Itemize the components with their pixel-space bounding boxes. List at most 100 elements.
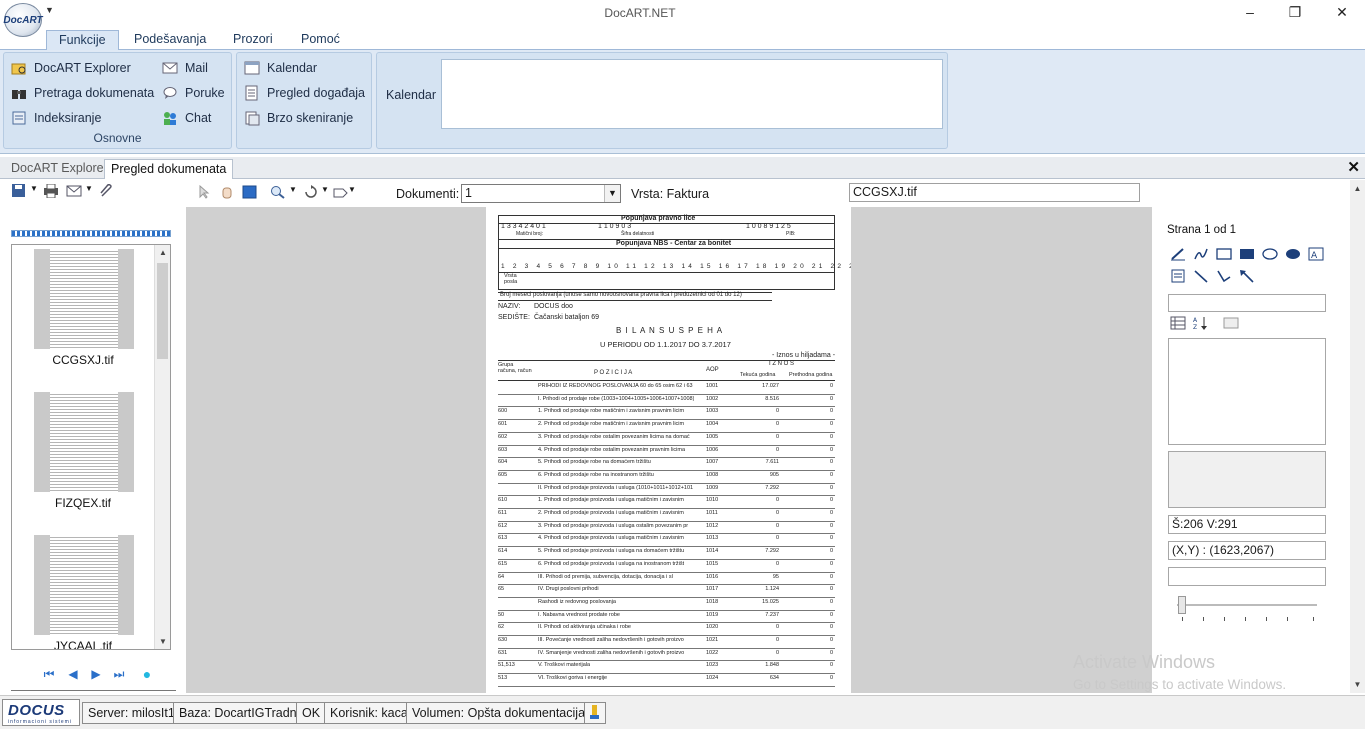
app-logo[interactable]: DocART [3,3,43,37]
brzo-skeniranje-button[interactable]: Brzo skeniranje [244,108,353,128]
thumbnail-scrollbar[interactable]: ▲ ▼ [154,245,170,649]
doc-row-tekuca: 95 [772,573,779,580]
print-icon[interactable] [43,183,59,199]
doc-row-pozicija: PRIHODI IZ REDOVNOG POSLOVANJA 60 do 65 … [538,383,693,389]
minimize-button[interactable]: – [1235,4,1265,22]
properties-grid-icon[interactable] [1169,315,1187,331]
doc-row-aop: 1013 [706,535,719,542]
tab-pomoc[interactable]: Pomoć [289,30,352,50]
doc-row-grupa: 600 [498,408,508,415]
status-network-icon[interactable] [584,702,606,724]
doc-row-tekuca: 7.292 [765,484,779,491]
kalendar-button[interactable]: Kalendar [244,58,317,78]
scrollbar-thumb[interactable] [157,263,168,359]
doc-row-divider [498,609,835,611]
note-icon[interactable] [1169,268,1187,284]
doc-row-pozicija: 6. Prihodi od prodaje robe na inostranom… [538,471,654,478]
rectangle-filled-icon[interactable] [1238,246,1256,262]
save-icon[interactable] [11,184,27,198]
freehand-icon[interactable] [1192,246,1210,262]
sort-az-icon[interactable]: AZ [1192,315,1210,331]
tab-docart-explorer[interactable]: DocART Explorer [5,159,114,179]
rotate-icon[interactable] [303,185,319,199]
first-page-icon[interactable]: ⏮ [42,667,56,681]
scroll-up-icon[interactable]: ▲ [1350,184,1365,193]
text-box-icon[interactable]: A [1307,246,1325,262]
doc-row-tekuca: 0 [775,497,779,504]
main-scrollbar[interactable]: ▲ ▼ [1350,180,1365,693]
doc-row-divider [498,393,835,395]
ellipse-outline-icon[interactable] [1261,246,1279,262]
poruke-button[interactable]: Poruke [162,83,225,103]
maximize-button[interactable]: ❐ [1280,4,1310,22]
doc-row-aop: 1007 [706,459,719,466]
kalendar-panel[interactable] [441,59,943,129]
tab-podesavanja[interactable]: Podešavanja [122,30,218,50]
document-viewer[interactable]: Popunjava pravno lice 1 3 3 4 2 4 0 1 1 … [186,207,1152,693]
extra-field[interactable] [1168,567,1326,586]
svg-text:A: A [1311,251,1318,261]
arrow-icon[interactable] [1238,268,1256,284]
thumbnail-2[interactable] [34,392,134,492]
tab-funkcije[interactable]: Funkcije [46,30,119,51]
zoom-slider-thumb[interactable] [1178,596,1186,614]
rectangle-outline-icon[interactable] [1215,246,1233,262]
chevron-down-icon[interactable]: ▼ [604,185,620,202]
chat-button[interactable]: Chat [162,108,211,128]
doc-row-divider [498,673,835,675]
email-icon[interactable] [66,184,82,198]
zoom-icon[interactable] [270,185,286,199]
close-button[interactable]: ✕ [1327,4,1357,22]
doc-row-tekuca: 0 [775,408,779,415]
doc-row-aop: 1022 [706,649,719,656]
dimensions-field[interactable]: Š:206 V:291 [1168,515,1326,534]
thumbnail-3[interactable] [34,535,134,635]
mail-icon [162,60,178,76]
properties-grid[interactable] [1168,338,1326,445]
pregled-dogadjaja-button[interactable]: Pregled događaja [244,83,365,103]
last-page-icon[interactable]: ⏭ [112,667,126,681]
file-name-field[interactable]: CCGSXJ.tif [849,183,1140,202]
doc-row-grupa: 610 [498,497,508,504]
thumbnail-1[interactable] [34,249,134,349]
doc-row-divider [498,520,835,522]
tab-prozori[interactable]: Prozori [221,30,285,50]
tab-pregled-dokumenata[interactable]: Pregled dokumenata [104,159,234,179]
doc-row-grupa: 51,513 [498,662,515,669]
property-pages-icon[interactable] [1222,315,1240,331]
thumbnail-list[interactable]: CCGSXJ.tif FIZQEX.tif JYCAAL.tif ▲ ▼ [11,244,171,650]
status-ok: OK [296,702,327,724]
previous-page-icon[interactable]: ◀ [66,667,80,681]
doc-row-divider [498,495,835,497]
doc-row-aop: 1021 [706,637,719,643]
indeksiranje-button[interactable]: Indeksiranje [11,108,101,128]
ellipse-filled-icon[interactable] [1284,246,1302,262]
annotation-dropdown-icon[interactable]: ▼ [348,185,364,199]
mail-button[interactable]: Mail [162,58,208,78]
doc-row-divider [498,457,835,459]
annotation-icon[interactable] [333,185,349,199]
attachment-icon[interactable] [98,183,114,198]
doc-row-prethodna: 0 [829,560,833,567]
pen-icon[interactable] [1169,246,1187,262]
fit-page-icon[interactable] [242,185,258,199]
select-pointer-icon[interactable] [196,184,212,199]
zoom-slider-track[interactable] [1177,604,1317,606]
docart-explorer-button[interactable]: DocART Explorer [11,58,131,78]
scroll-down-icon[interactable]: ▼ [155,637,170,646]
next-page-icon[interactable]: ▶ [89,667,103,681]
polyline-icon[interactable] [1215,268,1233,284]
scroll-down-icon[interactable]: ▼ [1350,680,1365,689]
doc-row-grupa: 615 [498,560,508,567]
pretraga-dokumenata-button[interactable]: Pretraga dokumenata [11,83,154,103]
coordinates-field[interactable]: (X,Y) : (1623,2067) [1168,541,1326,560]
scroll-up-icon[interactable]: ▲ [155,248,170,257]
status-baza: Baza: DocartIGTradna [173,702,310,724]
doc-row-aop: 1012 [706,522,719,529]
pan-hand-icon[interactable] [219,185,235,199]
close-tab-icon[interactable]: ✕ [1347,158,1360,176]
doc-row-prethodna: 0 [829,598,833,605]
dokumenti-select[interactable]: 1 ▼ [461,184,621,203]
annotation-text-input[interactable] [1168,294,1326,312]
line-icon[interactable] [1192,268,1210,284]
